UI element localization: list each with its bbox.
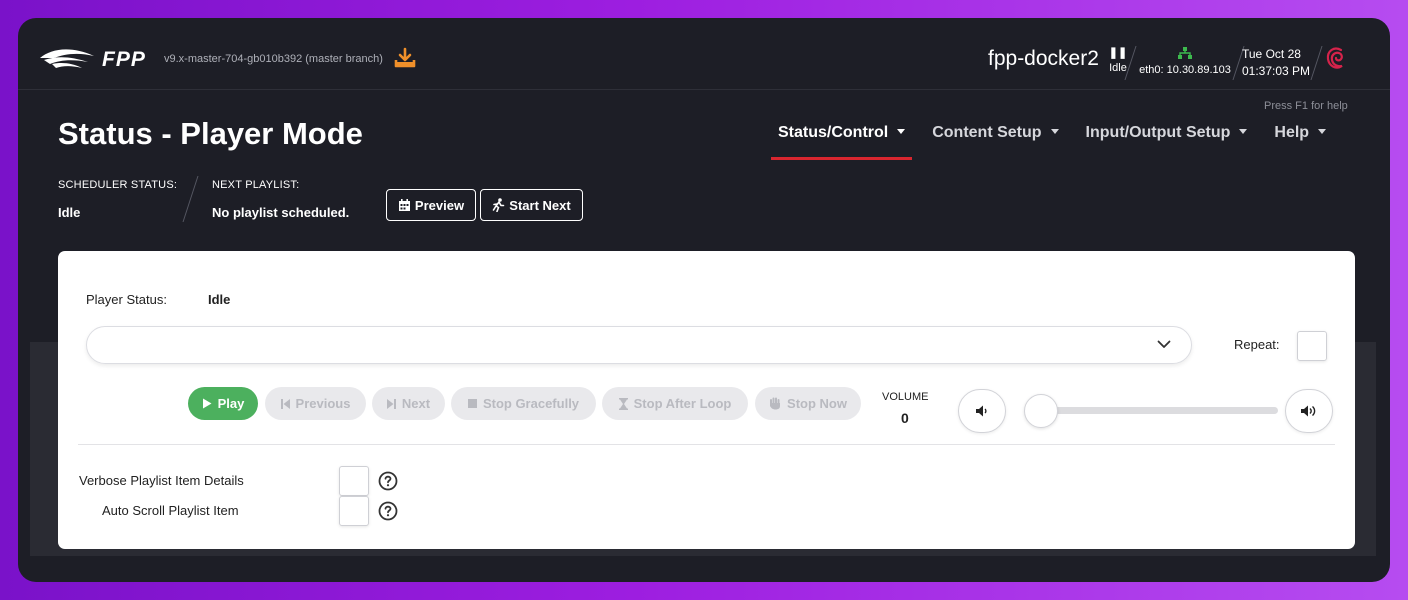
chevron-down-icon [1157,340,1171,348]
caret-down-icon [1239,129,1248,134]
play-label: Play [217,396,245,411]
player-card: Player Status: Idle Repeat: Play Previou… [58,251,1355,549]
skip-forward-icon [386,398,396,409]
fpp-logo-icon[interactable] [38,46,96,70]
volume-slider-handle[interactable] [1024,394,1058,428]
next-label: Next [401,396,431,411]
preview-label: Preview [414,197,465,213]
separator [182,176,199,222]
calendar-icon [398,198,410,211]
stop-gracefully-button[interactable]: Stop Gracefully [451,387,596,420]
brand-name[interactable]: FPP [102,48,146,72]
stop-now-label: Stop Now [787,396,847,411]
version-text: v9.x-master-704-gb010b392 (master branch… [164,53,383,65]
hourglass-icon [618,397,628,410]
top-bar: FPP v9.x-master-704-gb010b392 (master br… [18,18,1390,90]
nav-input-output-setup[interactable]: Input/Output Setup [1086,124,1248,160]
clock-time: 01:37:03 PM [1242,64,1311,78]
stop-gracefully-label: Stop Gracefully [482,396,580,411]
help-icon[interactable] [378,501,398,521]
start-next-button[interactable]: Start Next [480,189,583,221]
page-title: Status - Player Mode [58,116,363,151]
next-playlist-value: No playlist scheduled. [212,205,350,220]
skip-back-icon [280,398,290,409]
repeat-label: Repeat: [1234,337,1280,352]
volume-up-icon [1301,405,1316,417]
nav-content-setup[interactable]: Content Setup [932,124,1059,160]
preview-button[interactable]: Preview [386,189,476,221]
start-next-label: Start Next [509,197,571,213]
hostname: fpp-docker2 [988,47,1099,70]
player-state-indicator: ❚❚ Idle [1106,47,1130,74]
volume-slider-track[interactable] [1040,407,1278,414]
app-window: FPP v9.x-master-704-gb010b392 (master br… [18,18,1390,582]
repeat-checkbox[interactable] [1297,331,1327,361]
nav-help[interactable]: Help [1274,124,1327,160]
nav-label: Input/Output Setup [1085,124,1231,141]
player-status-value: Idle [208,292,231,307]
stop-after-loop-button[interactable]: Stop After Loop [602,387,748,420]
caret-down-icon [1318,129,1327,134]
debian-icon [1326,47,1343,69]
play-button[interactable]: Play [188,387,258,420]
volume-value: 0 [901,410,909,426]
scheduler-status-label: SCHEDULER STATUS: [58,179,178,191]
playlist-select[interactable] [86,326,1192,364]
nav-label: Content Setup [932,124,1042,141]
nav-status-control[interactable]: Status/Control [770,124,913,160]
caret-down-icon [897,129,906,134]
clock-date: Tue Oct 28 [1242,47,1301,61]
main-nav: Status/Control Content Setup Input/Outpu… [770,124,1353,160]
nav-label: Help [1274,124,1310,141]
volume-down-icon [976,405,987,417]
running-person-icon [492,198,505,212]
pause-icon: ❚❚ [1108,47,1128,59]
stop-icon [467,399,477,408]
divider [78,444,1335,445]
previous-label: Previous [295,396,351,411]
next-playlist-label: NEXT PLAYLIST: [212,179,300,191]
previous-button[interactable]: Previous [265,387,366,420]
verbose-details-label: Verbose Playlist Item Details [79,473,244,488]
help-icon[interactable] [378,471,398,491]
help-hint: Press F1 for help [1264,100,1348,112]
player-status-label: Player Status: [86,292,167,307]
next-button[interactable]: Next [372,387,445,420]
volume-label: VOLUME [882,391,929,403]
volume-down-button[interactable] [958,389,1006,433]
nav-label: Status/Control [778,124,889,141]
caret-down-icon [1050,129,1059,134]
verbose-details-checkbox[interactable] [339,466,369,496]
scheduler-status-value: Idle [58,205,81,220]
auto-scroll-checkbox[interactable] [339,496,369,526]
network-indicator: eth0: 10.30.89.103 [1134,47,1236,76]
stop-now-button[interactable]: Stop Now [755,387,861,420]
hand-stop-icon [770,397,781,410]
network-icon [1134,47,1236,61]
separator [1310,46,1323,80]
clock: Tue Oct 28 01:37:03 PM [1242,46,1310,80]
auto-scroll-label: Auto Scroll Playlist Item [102,503,239,518]
download-icon[interactable] [394,47,416,69]
volume-up-button[interactable] [1285,389,1333,433]
network-address: eth0: 10.30.89.103 [1139,64,1231,76]
stop-after-loop-label: Stop After Loop [633,396,732,411]
play-icon [202,398,212,409]
